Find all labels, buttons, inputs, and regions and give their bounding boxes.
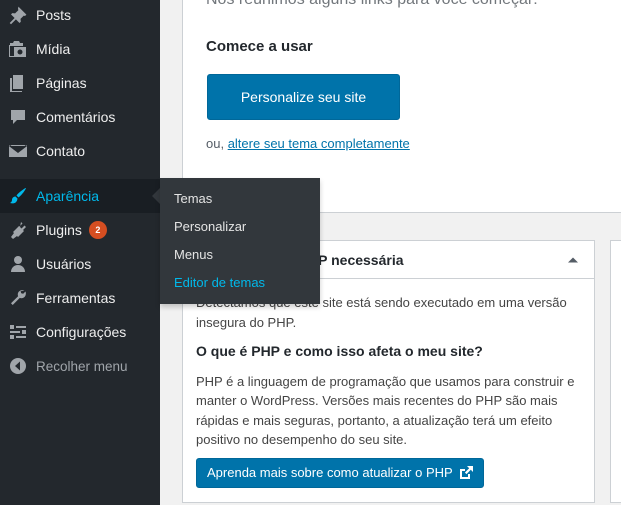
customize-site-button[interactable]: Personalize seu site (207, 74, 400, 120)
submenu-item-menus[interactable]: Menus (160, 241, 320, 269)
change-theme-line: ou, altere seu tema completamente (206, 136, 410, 151)
sidebar-item-label: Aparência (36, 188, 100, 204)
submenu-item-customize[interactable]: Personalizar (160, 213, 320, 241)
submenu-item-theme-editor[interactable]: Editor de temas (160, 269, 320, 297)
php-description-text: PHP é a linguagem de programação que usa… (196, 373, 575, 448)
sidebar-item-posts[interactable]: Posts (0, 0, 160, 32)
sidebar-item-label: Ferramentas (36, 290, 116, 306)
sidebar-item-tools[interactable]: Ferramentas (0, 281, 160, 315)
learn-update-php-label: Aprenda mais sobre como atualizar o PHP (207, 464, 453, 480)
sidebar-item-label: Posts (36, 7, 72, 23)
collapse-menu-button[interactable]: Recolher menu (0, 349, 160, 383)
comment-icon (0, 100, 36, 134)
admin-sidebar: Posts Mídia Páginas Comentários Contato … (0, 0, 160, 505)
external-link-icon (459, 465, 473, 479)
sidebar-item-users[interactable]: Usuários (0, 247, 160, 281)
sidebar-item-label: Mídia (36, 41, 71, 57)
sidebar-item-contact[interactable]: Contato (0, 134, 160, 168)
welcome-tagline: Nós reunimos alguns links para você come… (206, 0, 538, 9)
media-icon (0, 32, 36, 66)
change-theme-prefix: ou, (206, 136, 228, 151)
mail-icon (0, 134, 36, 168)
submenu-item-themes[interactable]: Temas (160, 185, 320, 213)
pages-icon (0, 66, 36, 100)
user-icon (0, 247, 36, 281)
php-box-body: Detectamos que este site está sendo exec… (183, 279, 594, 488)
sidebar-item-media[interactable]: Mídia (0, 32, 160, 66)
sidebar-item-label: Recolher menu (36, 358, 128, 374)
change-theme-link[interactable]: altere seu tema completamente (228, 136, 410, 151)
sidebar-item-plugins[interactable]: Plugins 2 (0, 213, 160, 247)
sidebar-item-label: Usuários (36, 256, 92, 272)
sidebar-item-appearance[interactable]: Aparência (0, 179, 160, 213)
sidebar-item-pages[interactable]: Páginas (0, 66, 160, 100)
update-count-badge: 2 (88, 221, 107, 239)
wrench-icon (0, 281, 36, 315)
collapse-icon (0, 349, 36, 383)
appearance-flyout-menu: Temas Personalizar Menus Editor de temas (160, 178, 320, 304)
plugin-icon (0, 213, 36, 247)
php-question-heading: O que é PHP e como isso afeta o meu site… (196, 343, 483, 359)
sidebar-item-label: Configurações (36, 324, 127, 340)
sidebar-item-label: Plugins (36, 222, 82, 238)
sidebar-item-label: Contato (36, 143, 86, 159)
settings-icon (0, 315, 36, 349)
pushpin-icon (0, 0, 36, 32)
sidebar-item-label: Páginas (36, 75, 87, 91)
secondary-postbox (610, 240, 621, 503)
sidebar-item-settings[interactable]: Configurações (0, 315, 160, 349)
get-started-heading: Comece a usar (206, 38, 313, 55)
sidebar-item-comments[interactable]: Comentários (0, 100, 160, 134)
sidebar-item-label: Comentários (36, 109, 116, 125)
paintbrush-icon (0, 179, 36, 213)
collapse-toggle-icon[interactable] (562, 249, 584, 271)
learn-update-php-button[interactable]: Aprenda mais sobre como atualizar o PHP (196, 457, 484, 488)
active-menu-arrow (152, 188, 160, 204)
